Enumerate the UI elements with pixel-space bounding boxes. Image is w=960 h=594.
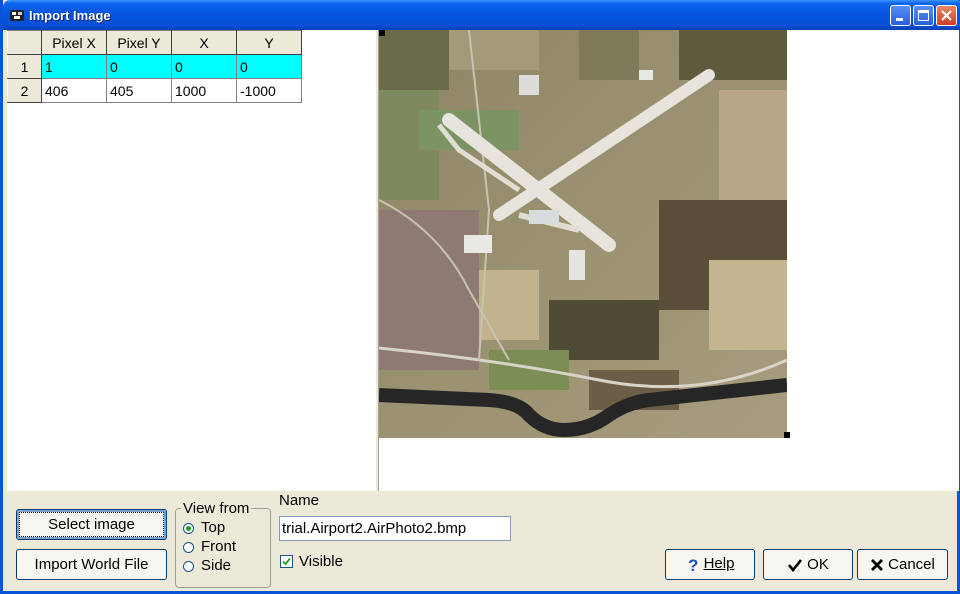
minimize-icon — [896, 18, 903, 21]
import-world-file-label: Import World File — [34, 556, 149, 573]
app-icon — [10, 10, 24, 21]
minimize-button[interactable] — [890, 5, 911, 26]
select-image-label: Select image — [48, 516, 135, 533]
column-header-y[interactable]: Y — [236, 30, 302, 55]
control-points-grid: Pixel X Pixel Y X Y 1 1 0 0 0 2 406 405 — [7, 30, 302, 103]
cell-x[interactable]: 0 — [171, 54, 237, 79]
name-field[interactable] — [279, 516, 511, 541]
radio-icon — [183, 542, 194, 553]
table-row[interactable]: 1 1 0 0 0 — [7, 54, 302, 79]
grid-header-row: Pixel X Pixel Y X Y — [7, 30, 302, 55]
crop-handle-top-left[interactable] — [379, 30, 385, 36]
view-from-side-label: Side — [201, 557, 232, 574]
cell-pixel-x[interactable]: 1 — [41, 54, 107, 79]
import-image-dialog: Import Image Pixel X Pixel Y X Y 1 1 0 0… — [0, 0, 960, 594]
visible-checkbox[interactable] — [280, 555, 293, 568]
cell-pixel-y[interactable]: 0 — [106, 54, 172, 79]
visible-label: Visible — [299, 553, 343, 570]
row-header[interactable]: 1 — [7, 54, 42, 79]
cell-pixel-y[interactable]: 405 — [106, 78, 172, 103]
ok-button[interactable]: OK — [763, 549, 853, 580]
title-bar[interactable]: Import Image — [3, 0, 960, 30]
window-title: Import Image — [29, 8, 111, 23]
cell-x[interactable]: 1000 — [171, 78, 237, 103]
import-world-file-button[interactable]: Import World File — [16, 549, 167, 580]
cancel-label: Cancel — [888, 556, 935, 573]
radio-selected-icon — [183, 523, 194, 534]
radio-icon — [183, 561, 194, 572]
svg-text:?: ? — [688, 556, 698, 574]
maximize-button[interactable] — [913, 5, 934, 26]
table-row[interactable]: 2 406 405 1000 -1000 — [7, 78, 302, 103]
control-points-pane: Pixel X Pixel Y X Y 1 1 0 0 0 2 406 405 — [7, 30, 375, 491]
grid-corner-cell[interactable] — [7, 30, 42, 55]
ok-label: OK — [807, 555, 829, 573]
bottom-panel: Select image Import World File View from… — [3, 491, 960, 594]
name-label: Name — [279, 492, 320, 509]
crop-handle-bottom-right[interactable] — [784, 432, 790, 438]
view-from-top-label: Top — [201, 519, 226, 536]
view-from-title: View from — [181, 500, 252, 517]
select-image-button[interactable]: Select image — [16, 509, 167, 540]
help-label: Help — [703, 555, 735, 573]
x-icon — [871, 559, 884, 572]
cancel-button[interactable]: Cancel — [857, 549, 948, 580]
column-header-pixel-y[interactable]: Pixel Y — [106, 30, 172, 55]
cell-y[interactable]: -1000 — [236, 78, 302, 103]
aerial-photo-image[interactable] — [379, 30, 787, 438]
column-header-x[interactable]: X — [171, 30, 237, 55]
checkmark-icon — [788, 559, 803, 573]
column-header-pixel-x[interactable]: Pixel X — [41, 30, 107, 55]
help-button[interactable]: ? Help — [665, 549, 755, 580]
question-mark-icon: ? — [688, 556, 698, 575]
cell-pixel-x[interactable]: 406 — [41, 78, 107, 103]
image-preview-pane — [379, 30, 959, 491]
row-header[interactable]: 2 — [7, 78, 42, 103]
maximize-icon — [918, 10, 929, 21]
view-from-front-label: Front — [201, 538, 237, 555]
close-icon — [941, 10, 952, 21]
cell-y[interactable]: 0 — [236, 54, 302, 79]
checkmark-icon — [282, 557, 291, 566]
close-button[interactable] — [936, 5, 957, 26]
